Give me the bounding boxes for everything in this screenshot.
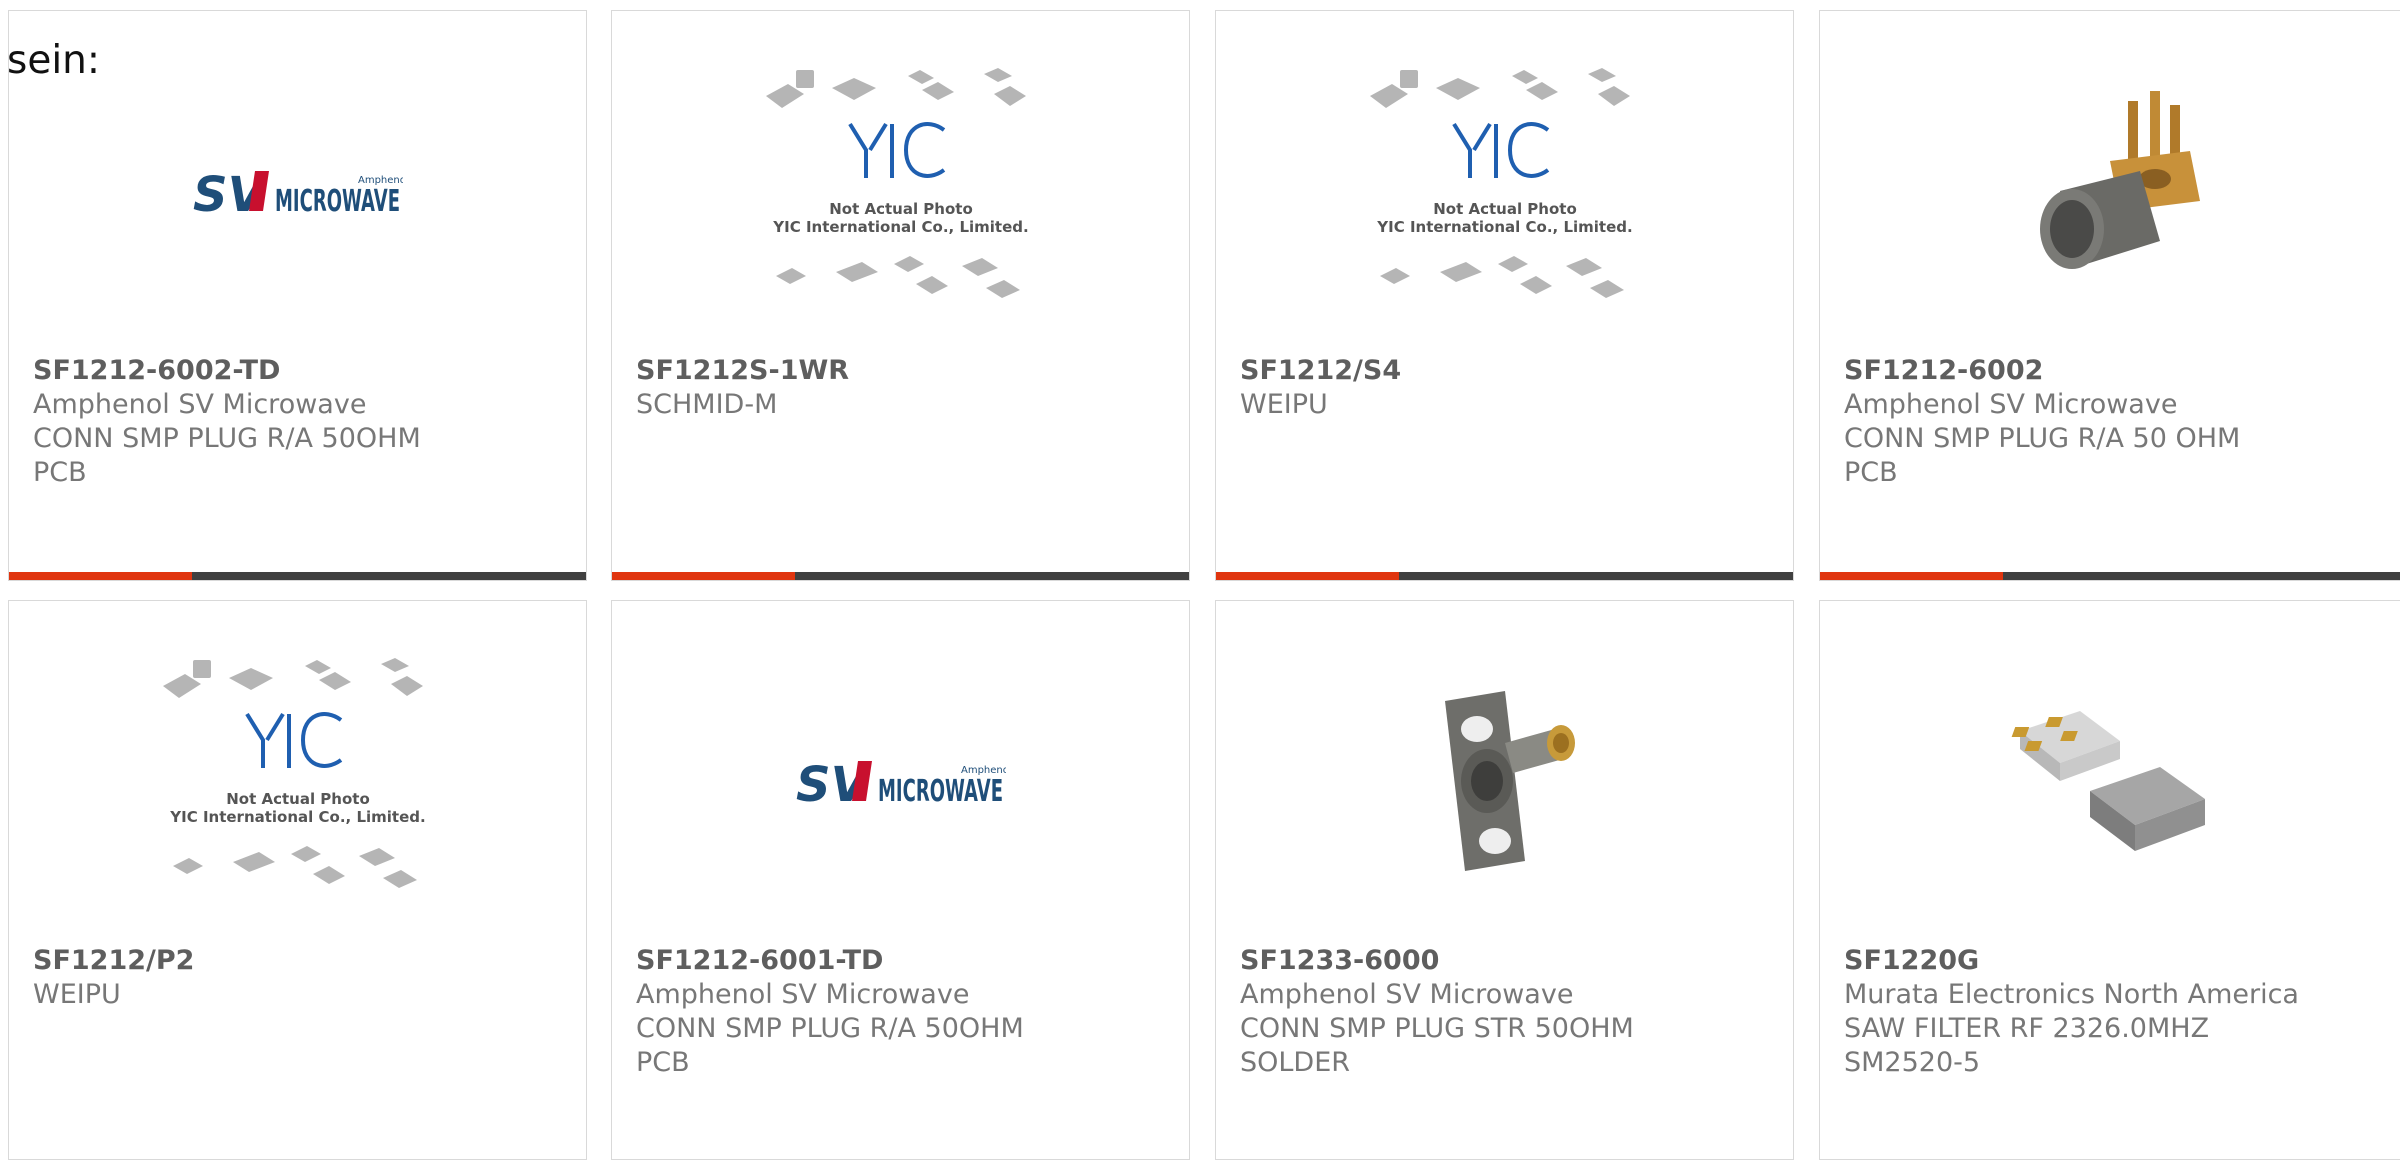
manufacturer: WEIPU — [1240, 389, 1328, 420]
sv-logo-small: Amphenol — [358, 175, 403, 186]
card-progress-bar — [1820, 572, 2400, 580]
product-card[interactable]: SF1233-6000 Amphenol SV Microwave CONN S… — [1215, 600, 1794, 1160]
product-card[interactable]: Not Actual Photo YIC International Co., … — [8, 600, 587, 1160]
manufacturer: WEIPU — [33, 979, 121, 1010]
card-progress-bar — [9, 572, 586, 580]
description: CONN SMP PLUG R/A 50 OHM — [1844, 423, 2241, 454]
yic-placeholder-icon: Not Actual Photo YIC International Co., … — [1369, 68, 1632, 298]
manufacturer: Amphenol SV Microwave — [33, 389, 367, 420]
card-progress-bar — [612, 572, 1189, 580]
manufacturer: Amphenol SV Microwave — [1240, 979, 1574, 1010]
yic-line1: Not Actual Photo — [226, 790, 370, 808]
product-image — [1820, 631, 2400, 931]
manufacturer: SCHMID-M — [636, 389, 778, 420]
description: CONN SMP PLUG R/A 50OHM — [636, 1013, 1024, 1044]
description-2: PCB — [33, 457, 87, 488]
part-number[interactable]: SF1233-6000 — [1240, 944, 1783, 978]
sv-logo-word: MICROWAVE — [878, 774, 1003, 809]
description: CONN SMP PLUG R/A 50OHM — [33, 423, 421, 454]
yic-line2: YIC International Co., Limited. — [772, 218, 1028, 236]
yic-placeholder-icon: Not Actual Photo YIC International Co., … — [162, 658, 425, 888]
description-2: SOLDER — [1240, 1047, 1351, 1078]
manufacturer: Amphenol SV Microwave — [636, 979, 970, 1010]
product-image: SV MICROWAVE Amphenol — [9, 41, 586, 341]
yic-placeholder-icon: Not Actual Photo YIC International Co., … — [765, 68, 1028, 298]
smp-flange-connector-icon — [1444, 691, 1575, 871]
product-grid: SV MICROWAVE Amphenol SF1212-6002-TD Amp… — [0, 0, 2400, 1160]
saw-filter-chip-icon — [2011, 711, 2205, 851]
product-image — [1216, 631, 1793, 931]
product-image: Not Actual Photo YIC International Co., … — [1216, 41, 1793, 341]
product-card[interactable]: Not Actual Photo YIC International Co., … — [611, 10, 1190, 581]
yic-line2: YIC International Co., Limited. — [1376, 218, 1632, 236]
product-card[interactable]: SV MICROWAVE Amphenol SF1212-6001-TD Amp… — [611, 600, 1190, 1160]
product-card[interactable]: SF1220G Murata Electronics North America… — [1819, 600, 2400, 1160]
part-number[interactable]: SF1212S-1WR — [636, 354, 1179, 388]
description-2: PCB — [1844, 457, 1898, 488]
yic-line1: Not Actual Photo — [1433, 200, 1577, 218]
card-progress-bar — [1216, 572, 1793, 580]
part-number[interactable]: SF1212/P2 — [33, 944, 576, 978]
yic-line2: YIC International Co., Limited. — [169, 808, 425, 826]
manufacturer: Murata Electronics North America — [1844, 979, 2299, 1010]
yic-line1: Not Actual Photo — [829, 200, 973, 218]
description-2: PCB — [636, 1047, 690, 1078]
part-number[interactable]: SF1220G — [1844, 944, 2390, 978]
product-image — [1820, 41, 2400, 341]
part-number[interactable]: SF1212-6002 — [1844, 354, 2390, 388]
manufacturer: Amphenol SV Microwave — [1844, 389, 2178, 420]
sv-microwave-logo-icon: SV MICROWAVE Amphenol — [796, 757, 1006, 811]
product-image: SV MICROWAVE Amphenol — [612, 631, 1189, 931]
part-number[interactable]: SF1212-6001-TD — [636, 944, 1179, 978]
intro-text: sein: — [7, 38, 101, 83]
product-card[interactable]: SV MICROWAVE Amphenol SF1212-6002-TD Amp… — [8, 10, 587, 581]
description-2: SM2520-5 — [1844, 1047, 1981, 1078]
product-image: Not Actual Photo YIC International Co., … — [612, 41, 1189, 341]
description: SAW FILTER RF 2326.0MHZ — [1844, 1013, 2210, 1044]
product-card[interactable]: SF1212-6002 Amphenol SV Microwave CONN S… — [1819, 10, 2400, 581]
description: CONN SMP PLUG STR 50OHM — [1240, 1013, 1634, 1044]
sv-logo-word: MICROWAVE — [275, 184, 400, 219]
sv-logo-small: Amphenol — [961, 765, 1006, 776]
sv-microwave-logo-icon: SV MICROWAVE Amphenol — [193, 167, 403, 221]
product-card[interactable]: Not Actual Photo YIC International Co., … — [1215, 10, 1794, 581]
smp-right-angle-connector-icon — [2040, 91, 2200, 269]
part-number[interactable]: SF1212-6002-TD — [33, 354, 576, 388]
part-number[interactable]: SF1212/S4 — [1240, 354, 1783, 388]
product-image: Not Actual Photo YIC International Co., … — [9, 631, 586, 931]
